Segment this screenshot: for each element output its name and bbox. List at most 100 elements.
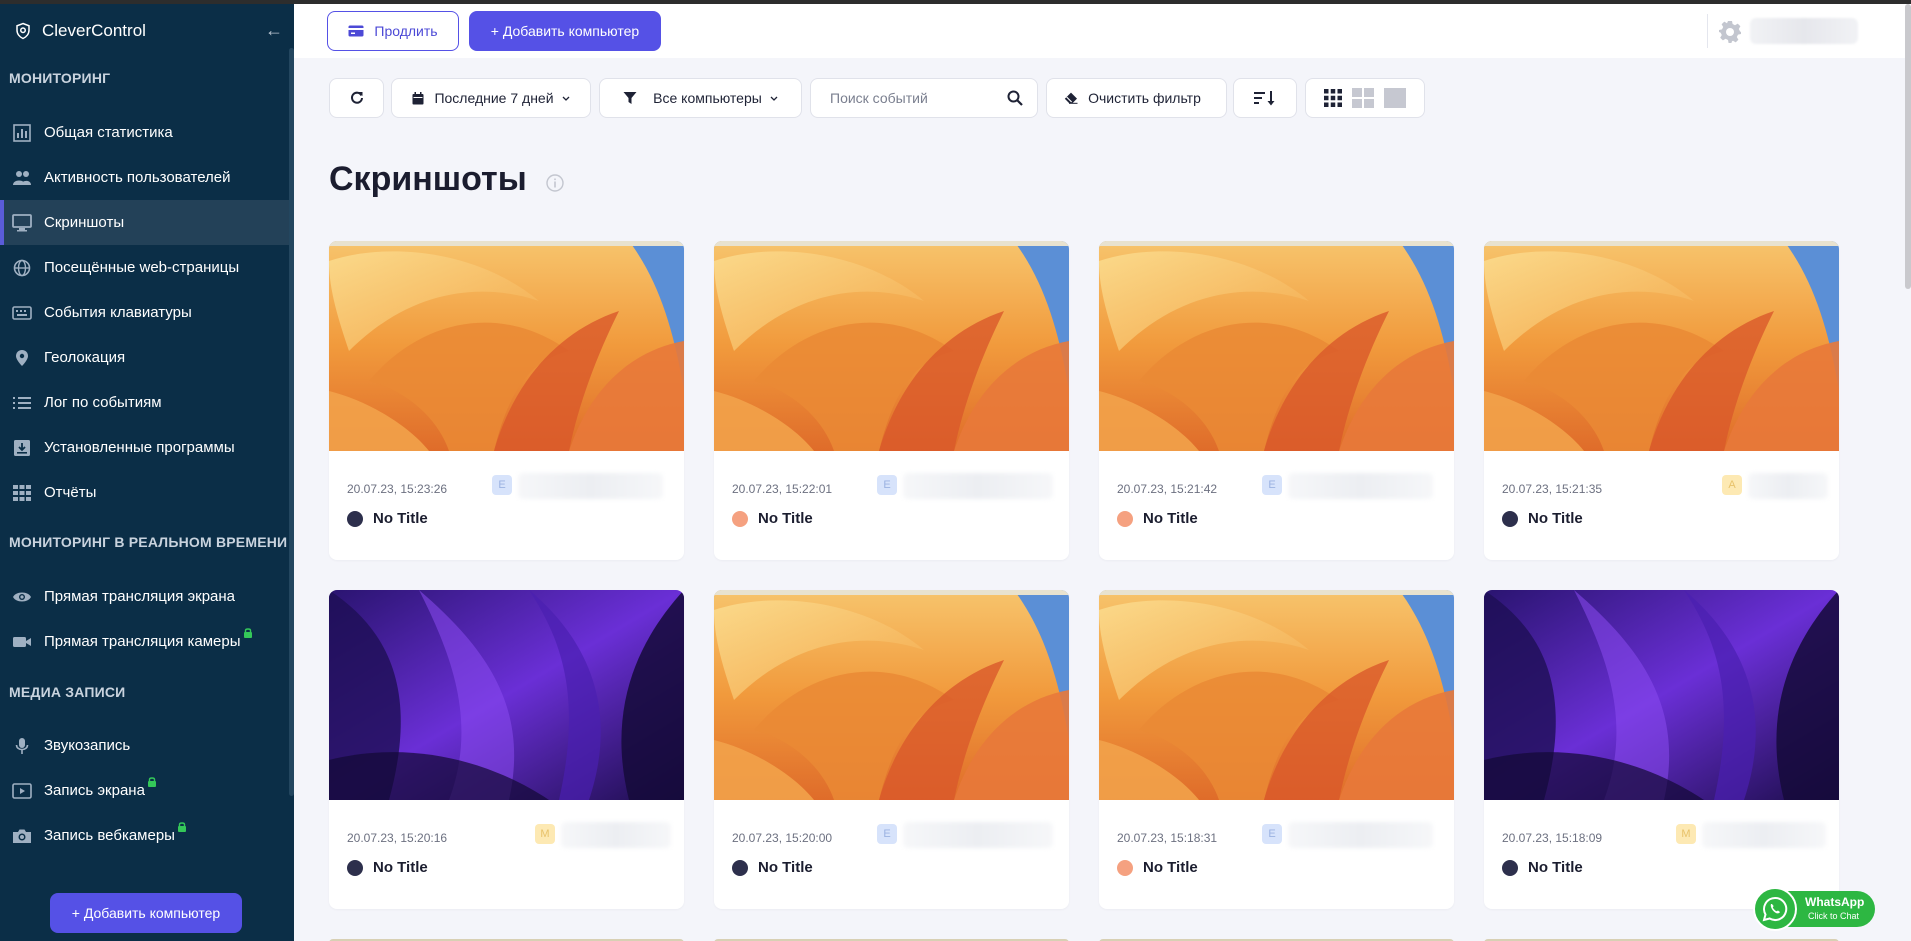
screenshot-title-row: No Title	[1502, 510, 1583, 527]
status-dot	[732, 510, 748, 527]
sidebar-item-keyboard-events[interactable]: События клавиатуры	[0, 290, 289, 335]
screenshot-thumbnail[interactable]	[329, 241, 684, 451]
clear-filter-label: Очистить фильтр	[1088, 90, 1201, 106]
sidebar-add-computer-button[interactable]: + Добавить компьютер	[50, 893, 242, 933]
screenshot-thumbnail[interactable]	[1484, 241, 1839, 451]
info-icon[interactable]	[546, 174, 564, 192]
user-name-blurred	[1748, 473, 1828, 499]
credit-card-icon	[348, 25, 364, 37]
screenshot-thumbnail[interactable]	[1484, 590, 1839, 800]
screenshot-title: No Title	[373, 859, 428, 876]
sidebar-item-label: Общая статистика	[44, 124, 173, 141]
sidebar-item-label: Геолокация	[44, 349, 126, 366]
search-box	[810, 78, 1038, 118]
screenshot-timestamp: 20.07.23, 15:23:26	[347, 482, 448, 496]
list-icon	[12, 393, 32, 413]
refresh-button[interactable]	[329, 78, 384, 118]
download-box-icon	[12, 438, 32, 458]
screenshot-card[interactable]: 20.07.23, 15:20:00 E No Title	[714, 590, 1069, 909]
sidebar-item-label: Запись экрана	[44, 782, 145, 799]
sidebar-item-label: Звукозапись	[44, 737, 131, 754]
filter-icon	[623, 92, 637, 104]
screenshot-timestamp: 20.07.23, 15:22:01	[732, 482, 833, 496]
grid-small-icon[interactable]	[1324, 89, 1342, 107]
shield-icon	[16, 22, 30, 40]
screenshot-card[interactable]: 20.07.23, 15:22:01 E No Title	[714, 241, 1069, 560]
app-name: CleverControl	[42, 21, 146, 40]
screenshot-title-row: No Title	[1117, 859, 1198, 876]
search-input[interactable]	[830, 90, 1000, 106]
screenshot-timestamp: 20.07.23, 15:20:00	[732, 831, 833, 845]
sort-icon	[1254, 91, 1275, 106]
status-dot	[1117, 510, 1133, 527]
user-profile-menu[interactable]	[1750, 18, 1858, 44]
brand[interactable]: CleverControl	[14, 19, 146, 43]
user-name-blurred	[1288, 822, 1433, 848]
keyboard-icon	[12, 303, 32, 323]
screenshot-thumbnail[interactable]	[329, 590, 684, 800]
screenshot-card[interactable]: 20.07.23, 15:20:16 M No Title	[329, 590, 684, 909]
whatsapp-chat-widget[interactable]: WhatsApp Click to Chat	[1753, 887, 1875, 931]
screenshot-thumbnail[interactable]	[714, 241, 1069, 451]
section-title-realtime: МОНИТОРИНГ В РЕАЛЬНОМ ВРЕМЕНИ	[9, 534, 288, 550]
sidebar-item-webcam-recording[interactable]: Запись вебкамеры	[0, 813, 289, 858]
sidebar-item-label: Скриншоты	[44, 214, 125, 231]
screenshot-title-row: No Title	[732, 510, 813, 527]
status-dot	[347, 510, 363, 527]
sidebar-item-screenshots[interactable]: Скриншоты	[0, 200, 289, 245]
sort-button[interactable]	[1233, 78, 1297, 118]
status-dot	[732, 859, 748, 876]
add-computer-button[interactable]: + Добавить компьютер	[469, 11, 661, 51]
sidebar-item-live-camera[interactable]: Прямая трансляция камеры	[0, 619, 289, 664]
grid-medium-icon[interactable]	[1352, 88, 1374, 108]
sidebar-item-reports[interactable]: Отчёты	[0, 470, 289, 515]
sidebar-item-geolocation[interactable]: Геолокация	[0, 335, 289, 380]
lock-icon	[243, 628, 252, 638]
sidebar-item-live-screen[interactable]: Прямая трансляция экрана	[0, 574, 289, 619]
sidebar-item-general-stats[interactable]: Общая статистика	[0, 110, 289, 155]
sidebar-item-event-log[interactable]: Лог по событиям	[0, 380, 289, 425]
renew-button[interactable]: Продлить	[327, 11, 459, 51]
sidebar-item-installed-programs[interactable]: Установленные программы	[0, 425, 289, 470]
search-icon[interactable]	[1007, 90, 1023, 106]
screenshot-title: No Title	[758, 859, 813, 876]
camera-icon	[12, 826, 32, 846]
screenshot-card[interactable]: 20.07.23, 15:18:31 E No Title	[1099, 590, 1454, 909]
status-dot	[1502, 510, 1518, 527]
user-avatar-badge: A	[1722, 475, 1742, 495]
sidebar-item-screen-recording[interactable]: Запись экрана	[0, 768, 289, 813]
screenshot-title-row: No Title	[347, 859, 428, 876]
user-name-blurred	[518, 473, 663, 499]
sidebar-item-label: События клавиатуры	[44, 304, 192, 321]
clear-filter-button[interactable]: Очистить фильтр	[1046, 78, 1227, 118]
grid-large-icon[interactable]	[1384, 88, 1406, 108]
sidebar-item-visited-webpages[interactable]: Посещённые web-страницы	[0, 245, 289, 290]
lock-icon	[177, 822, 186, 832]
sidebar-item-label: Прямая трансляция экрана	[44, 588, 236, 605]
renew-button-label: Продлить	[374, 23, 438, 39]
gear-icon[interactable]	[1718, 20, 1742, 44]
sidebar-scrollbar[interactable]	[289, 48, 294, 796]
sidebar-item-user-activity[interactable]: Активность пользователей	[0, 155, 289, 200]
sidebar-item-label: Активность пользователей	[44, 169, 231, 186]
screenshot-title-row: No Title	[1117, 510, 1198, 527]
date-range-dropdown[interactable]: Последние 7 дней	[391, 78, 591, 118]
screenshot-thumbnail[interactable]	[714, 590, 1069, 800]
screenshot-card[interactable]: 20.07.23, 15:18:09 M No Title	[1484, 590, 1839, 909]
status-dot	[1502, 859, 1518, 876]
section-title-media: МЕДИА ЗАПИСИ	[9, 684, 126, 700]
computer-filter-dropdown[interactable]: Все компьютеры	[599, 78, 802, 118]
screenshot-card[interactable]: 20.07.23, 15:23:26 E No Title	[329, 241, 684, 560]
screenshot-thumbnail[interactable]	[1099, 590, 1454, 800]
user-name-blurred	[1288, 473, 1433, 499]
screenshot-card[interactable]: 20.07.23, 15:21:35 A No Title	[1484, 241, 1839, 560]
collapse-arrow-icon[interactable]: ←	[264, 20, 284, 40]
screenshot-title-row: No Title	[732, 859, 813, 876]
screenshot-card[interactable]: 20.07.23, 15:21:42 E No Title	[1099, 241, 1454, 560]
user-avatar-badge: M	[1676, 824, 1696, 844]
screenshot-title: No Title	[1528, 859, 1583, 876]
page-scrollbar[interactable]	[1905, 4, 1911, 289]
screenshot-thumbnail[interactable]	[1099, 241, 1454, 451]
user-name-blurred	[1702, 822, 1826, 848]
sidebar-item-audio-recording[interactable]: Звукозапись	[0, 723, 289, 768]
